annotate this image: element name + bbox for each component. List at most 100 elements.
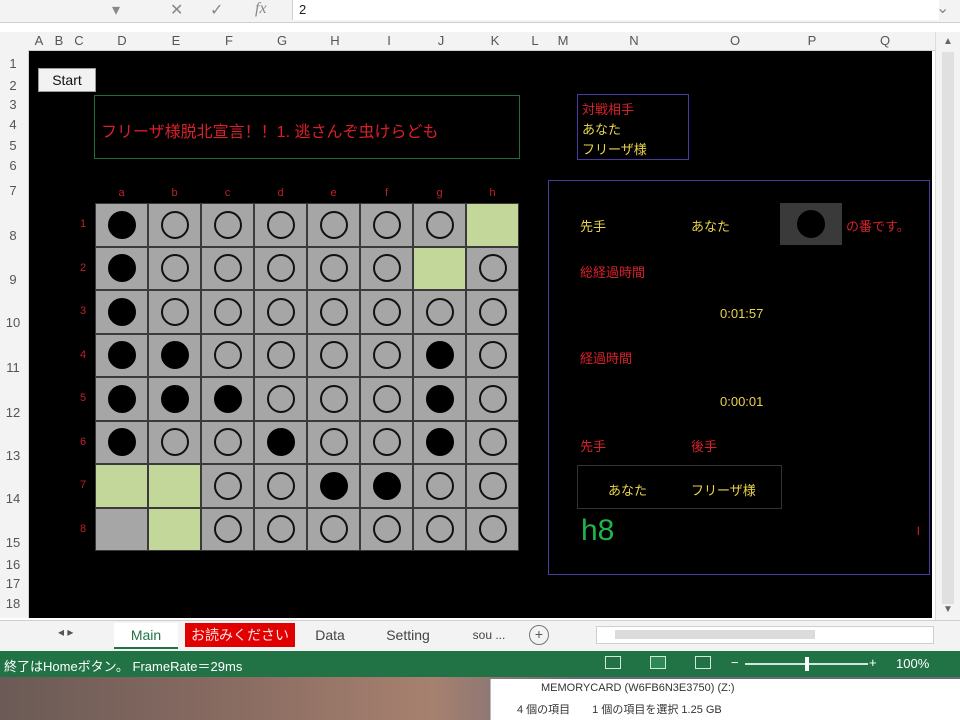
row-header-18[interactable]: 18 — [0, 596, 26, 611]
board-cell-d4[interactable] — [254, 333, 307, 377]
board-cell-d2[interactable] — [254, 246, 307, 290]
column-header-n[interactable]: N — [627, 33, 641, 48]
board-cell-a6[interactable] — [95, 420, 148, 464]
board-cell-a1[interactable] — [95, 203, 148, 247]
board-cell-f4[interactable] — [360, 333, 413, 377]
column-header-e[interactable]: E — [169, 33, 183, 48]
board-cell-h1[interactable] — [466, 203, 519, 247]
scroll-thumb[interactable] — [942, 52, 954, 604]
board-cell-b2[interactable] — [148, 246, 201, 290]
board-cell-d6[interactable] — [254, 420, 307, 464]
board-cell-g6[interactable] — [413, 420, 466, 464]
name-box-dropdown-icon[interactable]: ▾ — [112, 0, 120, 20]
column-header-h[interactable]: H — [328, 33, 342, 48]
board-cell-a8[interactable] — [95, 507, 148, 551]
expand-formula-icon[interactable]: ⌄ — [936, 0, 949, 18]
drive-label[interactable]: MEMORYCARD (W6FB6N3E3750) (Z:) — [541, 682, 735, 694]
board-cell-b7[interactable] — [148, 464, 201, 508]
row-header-3[interactable]: 3 — [0, 97, 26, 112]
board-cell-f5[interactable] — [360, 377, 413, 421]
column-header-q[interactable]: Q — [878, 33, 892, 48]
row-header-15[interactable]: 15 — [0, 535, 26, 550]
row-header-14[interactable]: 14 — [0, 491, 26, 506]
scroll-up-icon[interactable]: ▲ — [943, 36, 953, 47]
board-cell-h6[interactable] — [466, 420, 519, 464]
board-cell-d1[interactable] — [254, 203, 307, 247]
row-header-2[interactable]: 2 — [0, 78, 26, 93]
column-header-f[interactable]: F — [222, 33, 236, 48]
row-header-4[interactable]: 4 — [0, 117, 26, 132]
board-cell-f7[interactable] — [360, 464, 413, 508]
board-cell-e8[interactable] — [307, 507, 360, 551]
normal-view-icon[interactable] — [605, 656, 621, 669]
board-cell-h7[interactable] — [466, 464, 519, 508]
board-cell-g4[interactable] — [413, 333, 466, 377]
zoom-out-icon[interactable]: − — [731, 655, 739, 670]
row-header-10[interactable]: 10 — [0, 315, 26, 330]
tab-setting[interactable]: Setting — [368, 623, 448, 647]
board-cell-b5[interactable] — [148, 377, 201, 421]
board-cell-b1[interactable] — [148, 203, 201, 247]
board-cell-c4[interactable] — [201, 333, 254, 377]
column-header-a[interactable]: A — [32, 33, 46, 48]
board-cell-f1[interactable] — [360, 203, 413, 247]
board-cell-f6[interactable] — [360, 420, 413, 464]
board-cell-a5[interactable] — [95, 377, 148, 421]
column-header-j[interactable]: J — [434, 33, 448, 48]
board-cell-c7[interactable] — [201, 464, 254, 508]
enter-icon[interactable]: ✓ — [210, 0, 223, 20]
scroll-down-icon[interactable]: ▼ — [943, 604, 953, 615]
board-cell-f2[interactable] — [360, 246, 413, 290]
board-cell-g5[interactable] — [413, 377, 466, 421]
row-header-7[interactable]: 7 — [0, 183, 26, 198]
column-header-g[interactable]: G — [275, 33, 289, 48]
page-layout-icon[interactable] — [650, 656, 666, 669]
board-cell-c5[interactable] — [201, 377, 254, 421]
board-cell-d3[interactable] — [254, 290, 307, 334]
board-cell-b4[interactable] — [148, 333, 201, 377]
board-cell-g1[interactable] — [413, 203, 466, 247]
board-cell-d5[interactable] — [254, 377, 307, 421]
row-header-13[interactable]: 13 — [0, 448, 26, 463]
zoom-in-icon[interactable]: + — [869, 655, 877, 670]
column-header-l[interactable]: L — [528, 33, 542, 48]
board-cell-h8[interactable] — [466, 507, 519, 551]
board-cell-h3[interactable] — [466, 290, 519, 334]
formula-input[interactable]: 2 — [292, 0, 939, 20]
board-cell-f8[interactable] — [360, 507, 413, 551]
cancel-icon[interactable]: ✕ — [170, 0, 183, 20]
tab-more[interactable]: sou ... — [456, 623, 522, 647]
board-cell-c8[interactable] — [201, 507, 254, 551]
row-header-12[interactable]: 12 — [0, 405, 26, 420]
tab-nav-arrows[interactable]: ◂ ▸ — [58, 625, 73, 639]
board-cell-e2[interactable] — [307, 246, 360, 290]
board-cell-g3[interactable] — [413, 290, 466, 334]
tab-main[interactable]: Main — [114, 623, 178, 649]
board-cell-c2[interactable] — [201, 246, 254, 290]
column-header-c[interactable]: C — [72, 33, 86, 48]
tab-readme[interactable]: お読みください — [185, 623, 295, 647]
board-cell-c1[interactable] — [201, 203, 254, 247]
column-header-p[interactable]: P — [805, 33, 819, 48]
board-cell-e1[interactable] — [307, 203, 360, 247]
board-cell-b3[interactable] — [148, 290, 201, 334]
zoom-value[interactable]: 100% — [896, 656, 929, 671]
board-cell-a4[interactable] — [95, 333, 148, 377]
row-header-6[interactable]: 6 — [0, 158, 26, 173]
row-header-9[interactable]: 9 — [0, 272, 26, 287]
hscroll-thumb[interactable] — [615, 630, 815, 639]
board-cell-e7[interactable] — [307, 464, 360, 508]
board-cell-h5[interactable] — [466, 377, 519, 421]
column-header-d[interactable]: D — [115, 33, 129, 48]
board-cell-a2[interactable] — [95, 246, 148, 290]
board-cell-g2[interactable] — [413, 246, 466, 290]
board-cell-b6[interactable] — [148, 420, 201, 464]
function-icon[interactable]: fx — [255, 0, 267, 18]
board-cell-h2[interactable] — [466, 246, 519, 290]
board-cell-g7[interactable] — [413, 464, 466, 508]
row-header-1[interactable]: 1 — [0, 56, 26, 71]
column-header-m[interactable]: M — [556, 33, 570, 48]
board-cell-c6[interactable] — [201, 420, 254, 464]
board-cell-d8[interactable] — [254, 507, 307, 551]
board-cell-f3[interactable] — [360, 290, 413, 334]
